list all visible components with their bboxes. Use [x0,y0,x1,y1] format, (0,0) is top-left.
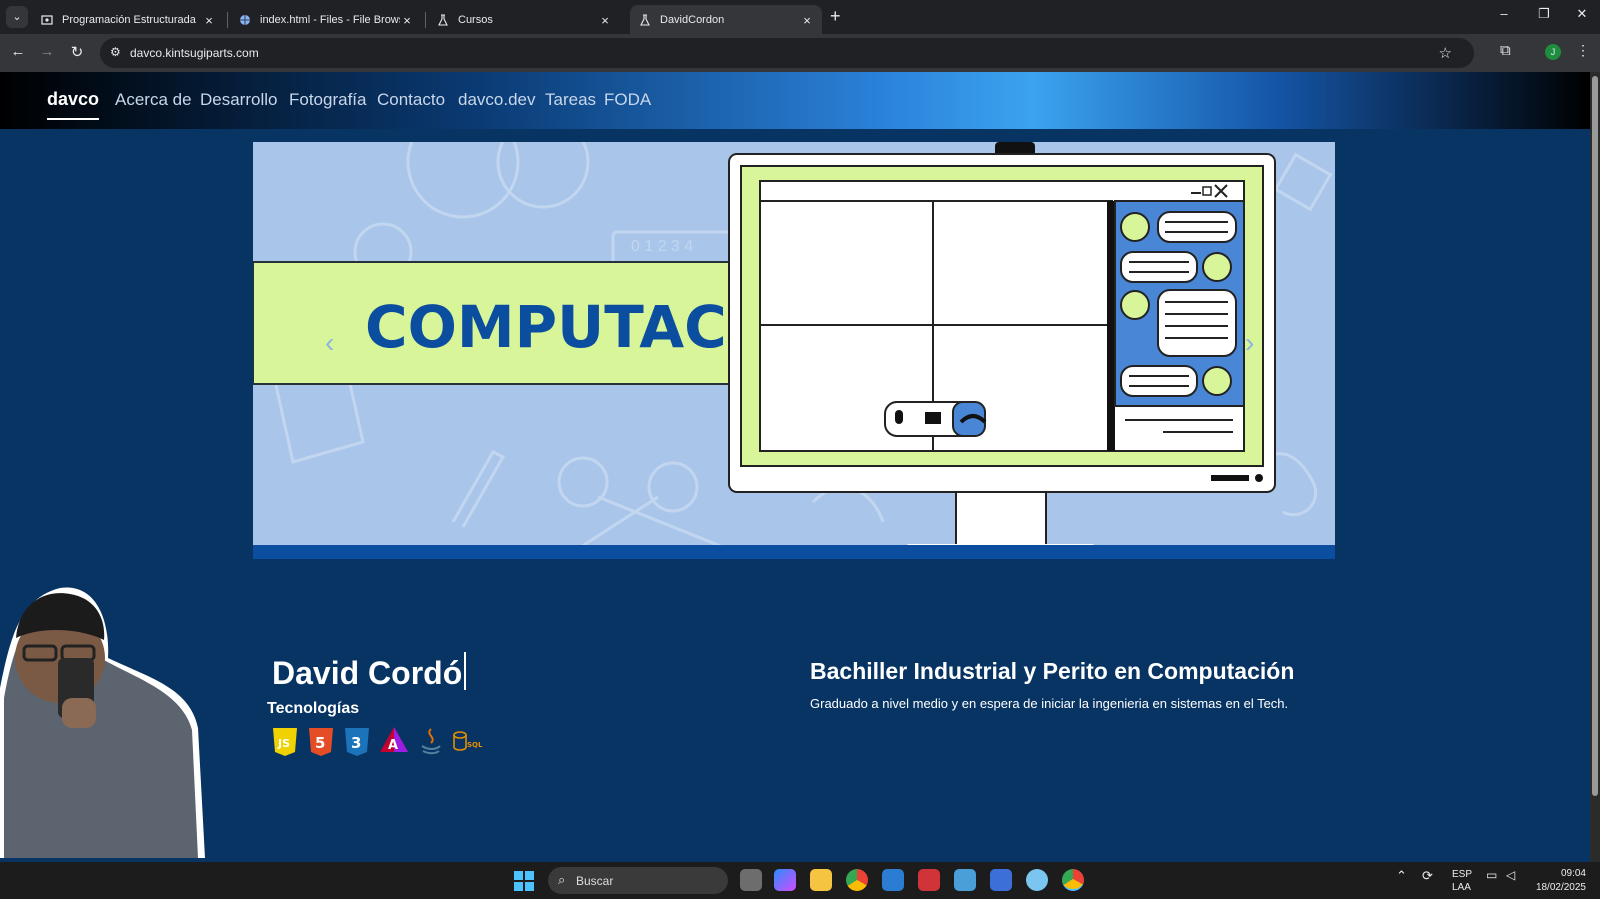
ruler-digits: 0 1 2 3 4 [631,238,693,255]
nav-acerca-de[interactable]: Acerca de [115,90,192,110]
menu-icon[interactable]: ⋮ [1576,42,1590,59]
nav-davco-dev[interactable]: davco.dev [458,90,536,110]
page-scrollbar[interactable] [1590,72,1600,862]
task-view-icon[interactable] [740,869,762,891]
photos-icon[interactable] [954,869,976,891]
taskbar: ⌕ Buscar ⌃ ⟳ ESP LAA ▭ ◁ 09:04 18/02/202… [0,862,1600,899]
url-text[interactable]: davco.kintsugiparts.com [130,46,259,60]
hero-bottom-strip [253,545,1335,559]
tab-search-button[interactable]: ⌄ [6,6,28,28]
nav-contacto[interactable]: Contacto [377,90,445,110]
svg-text:SQL: SQL [467,741,483,749]
flask-icon [638,13,652,27]
nav-foda[interactable]: FODA [604,90,651,110]
app-icon[interactable] [990,869,1012,891]
bookmark-star-icon[interactable]: ☆ [1439,44,1452,62]
clock[interactable]: 09:04 18/02/2025 [1530,867,1586,895]
classroom-icon [40,13,54,27]
java-icon [421,728,441,755]
css3-icon: 3 [345,728,369,756]
extensions-icon[interactable]: ⧉ [1500,42,1511,59]
tray-chevron-icon[interactable]: ⌃ [1396,868,1407,884]
close-tab-icon[interactable]: × [598,13,612,28]
taskbar-search[interactable]: ⌕ Buscar [548,867,728,894]
brand-link[interactable]: davco [47,89,100,120]
profile-avatar[interactable]: J [1545,44,1561,60]
site-navbar: davco Acerca de Desarrollo Fotografía Co… [0,72,1590,129]
minimize-icon[interactable]: – [1494,6,1514,21]
devcpp-icon[interactable] [918,869,940,891]
tab-file-browser[interactable]: index.html - Files - File Browser × [230,5,422,35]
close-tab-icon[interactable]: × [400,13,414,28]
windows-start-icon[interactable] [514,871,534,891]
forward-icon[interactable]: → [37,43,57,60]
js-icon: JS [273,728,297,756]
page-viewport: davco Acerca de Desarrollo Fotografía Co… [0,72,1600,862]
tab-strip: ⌄ Programación Estructurada × index.html… [0,0,1600,35]
profile-photo [0,587,205,858]
network-icon[interactable]: ▭ [1486,868,1497,882]
input-language[interactable]: ESP LAA [1452,868,1472,894]
globe-icon [238,13,252,27]
tab-programacion[interactable]: Programación Estructurada × [32,5,224,35]
hero-carousel: 0 1 2 3 4 COMPUTACIÓN ‹ › [253,142,1335,559]
chrome-icon[interactable] [846,869,868,891]
back-icon[interactable]: ← [8,43,28,60]
chrome-active-icon[interactable] [1062,869,1084,891]
close-tab-icon[interactable]: × [202,13,216,28]
tech-icons: JS 5 3 A SQL [270,726,486,756]
angular-icon: A [380,727,408,753]
volume-icon[interactable]: ◁ [1506,868,1515,882]
store-icon[interactable] [882,869,904,891]
tab-cursos[interactable]: Cursos × [428,5,620,35]
file-explorer-icon[interactable] [810,869,832,891]
html5-icon: 5 [309,728,333,756]
nav-desarrollo[interactable]: Desarrollo [200,90,277,110]
degree-heading: Bachiller Industrial y Perito en Computa… [810,658,1295,684]
tech-label: Tecnologías [267,700,360,717]
close-tab-icon[interactable]: × [800,13,814,28]
profile-name: David Cordó [272,652,466,692]
nav-fotografia[interactable]: Fotografía [289,90,367,110]
svg-text:5: 5 [315,734,325,752]
new-tab-button[interactable]: + [830,6,841,27]
search-icon: ⌕ [558,872,566,887]
degree-description: Graduado a nivel medio y en espera de in… [810,696,1289,711]
tab-davidcordon[interactable]: DavidCordon × [630,5,822,35]
browser-toolbar: ← → ↻ ⚙ davco.kintsugiparts.com ☆ ⧉ J ⋮ [0,34,1600,72]
sync-icon[interactable]: ⟳ [1422,868,1433,884]
reload-icon[interactable]: ↻ [67,43,87,61]
nav-tareas[interactable]: Tareas [545,90,596,110]
carousel-prev-icon[interactable]: ‹ [325,327,334,359]
carousel-next-icon[interactable]: › [1245,327,1254,359]
flask-icon [436,13,450,27]
restore-icon[interactable]: ❐ [1534,6,1554,22]
svg-text:A: A [388,738,398,753]
close-window-icon[interactable]: ✕ [1572,6,1592,22]
svg-text:JS: JS [277,737,290,750]
copilot-icon[interactable] [774,869,796,891]
svg-text:3: 3 [351,734,361,752]
computacion-illustration: 0 1 2 3 4 COMPUTACIÓN [253,142,1333,559]
site-info-icon[interactable]: ⚙ [110,45,121,59]
sql-icon: SQL [453,731,483,751]
scrollbar-thumb[interactable] [1592,76,1598,796]
browser-app-icon[interactable] [1026,869,1048,891]
address-bar[interactable]: ⚙ davco.kintsugiparts.com ☆ [100,38,1474,68]
